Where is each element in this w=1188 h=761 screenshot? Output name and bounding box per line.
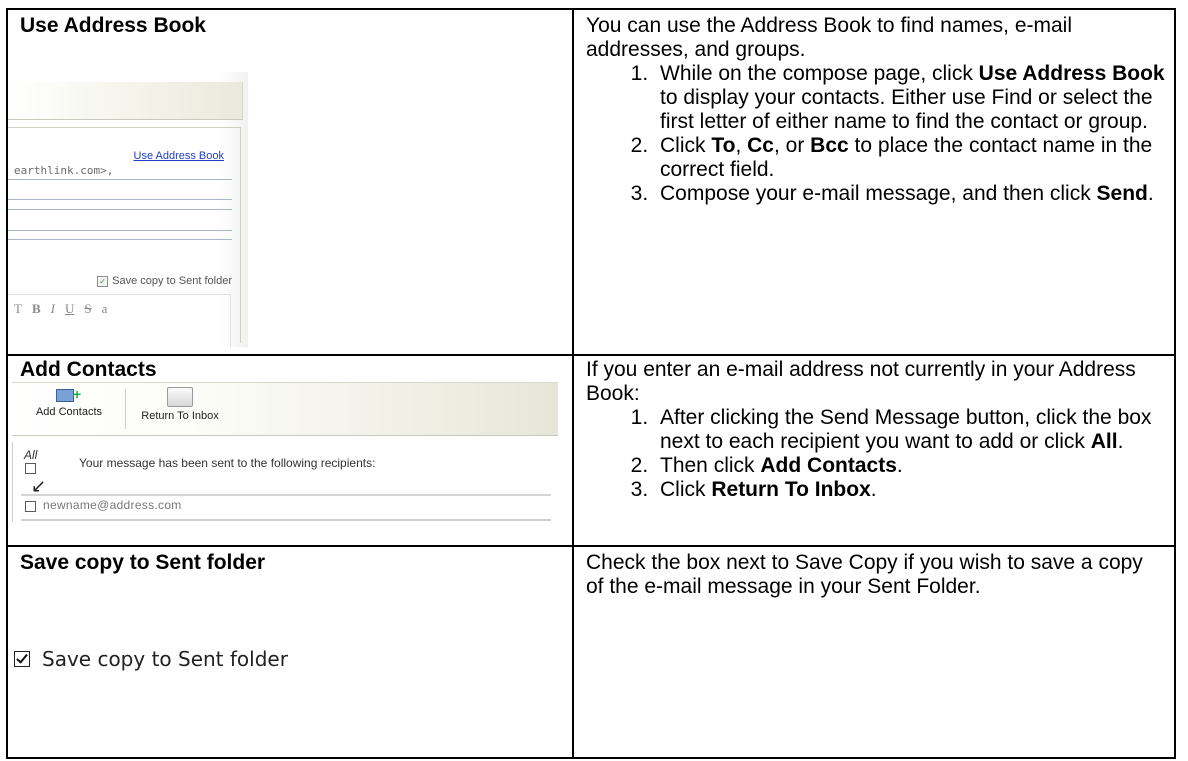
step-item: Compose your e-mail message, and then cl… [654, 182, 1166, 206]
use-address-book-intro: You can use the Address Book to find nam… [586, 14, 1073, 61]
step-item: Click To, Cc, or Bcc to place the contac… [654, 134, 1166, 182]
use-address-book-description: You can use the Address Book to find nam… [575, 11, 1173, 206]
compose-screenshot: Use Address Book earthlink.com>, ✓ Save … [9, 72, 248, 347]
add-contacts-label: Add Contacts [35, 406, 103, 418]
compose-panel: Use Address Book earthlink.com>, ✓ Save … [9, 127, 241, 347]
clear-format-icon[interactable]: T [14, 301, 22, 317]
heading-add-contacts: Add Contacts [20, 358, 157, 381]
use-address-book-link[interactable]: Use Address Book [134, 150, 225, 162]
add-contacts-intro: If you enter an e-mail address not curre… [586, 358, 1136, 405]
to-address-text: earthlink.com>, [14, 164, 114, 177]
cell-save-copy-text: Check the box next to Save Copy if you w… [572, 545, 1176, 759]
heading-use-address-book: Use Address Book [20, 14, 206, 37]
all-checkbox[interactable] [25, 463, 36, 474]
return-to-inbox-label: Return To Inbox [141, 410, 219, 422]
bcc-field-line-2 [9, 239, 232, 240]
divider [21, 494, 551, 496]
row-use-address-book: Use Address Book Use Address Book earthl… [6, 8, 1176, 356]
compose-header-bar [9, 82, 243, 120]
superscript-icon[interactable]: a [102, 301, 108, 317]
cell-use-address-book-visual: Use Address Book Use Address Book earthl… [6, 8, 574, 356]
bcc-field-line [9, 230, 232, 231]
cell-add-contacts-visual: Add Contacts + Add Contacts Return To In… [6, 354, 574, 547]
save-copy-screenshot: Save copy to Sent folder [14, 647, 288, 671]
use-address-book-steps: While on the compose page, click Use Add… [586, 62, 1166, 206]
step-item: While on the compose page, click Use Add… [654, 62, 1166, 134]
help-table: Use Address Book Use Address Book earthl… [6, 8, 1176, 759]
cc-field-line [9, 199, 232, 200]
sent-toolbar: + Add Contacts Return To Inbox [12, 382, 558, 436]
cell-save-copy-visual: Save copy to Sent folder Save copy to Se… [6, 545, 574, 759]
save-copy-description: Check the box next to Save Copy if you w… [586, 551, 1143, 598]
save-copy-checkbox[interactable]: ✓ [97, 275, 109, 287]
cell-add-contacts-text: If you enter an e-mail address not curre… [572, 354, 1176, 547]
strikethrough-icon[interactable]: S [84, 301, 91, 317]
cell-use-address-book-text: You can use the Address Book to find nam… [572, 8, 1176, 356]
step-item: After clicking the Send Message button, … [654, 406, 1166, 454]
row-add-contacts: Add Contacts + Add Contacts Return To In… [6, 354, 1176, 547]
underline-icon[interactable]: U [65, 301, 74, 317]
all-label: All [24, 448, 38, 462]
add-contacts-icon: + [56, 387, 82, 403]
divider [21, 519, 551, 521]
sent-confirmation-screenshot: + Add Contacts Return To Inbox All Your … [12, 382, 560, 528]
bold-icon[interactable]: B [32, 301, 41, 317]
inbox-tray-icon [167, 387, 193, 407]
save-copy-checkbox-large[interactable] [14, 651, 30, 667]
row-save-copy: Save copy to Sent folder Save copy to Se… [6, 545, 1176, 759]
to-field-line [9, 179, 232, 180]
recipient-address: newname@address.com [43, 498, 182, 512]
cc-field-line-2 [9, 209, 232, 210]
italic-icon[interactable]: I [51, 301, 55, 317]
save-copy-label: Save copy to Sent folder [112, 275, 232, 287]
save-copy-row: ✓ Save copy to Sent folder [97, 275, 232, 287]
return-to-inbox-button[interactable]: Return To Inbox [130, 387, 230, 431]
step-item: Click Return To Inbox. [654, 478, 1166, 502]
save-copy-large-label: Save copy to Sent folder [42, 647, 288, 671]
recipients-panel: All Your message has been sent to the fo… [12, 442, 559, 522]
add-contacts-button[interactable]: + Add Contacts [16, 387, 122, 431]
sent-message-text: Your message has been sent to the follow… [79, 456, 376, 470]
format-toolbar: T B I U S a [14, 301, 107, 317]
add-contacts-description: If you enter an e-mail address not curre… [575, 357, 1173, 502]
toolbar-separator [125, 389, 126, 429]
recipient-checkbox[interactable] [25, 501, 36, 512]
step-item: Then click Add Contacts. [654, 454, 1166, 478]
heading-save-copy: Save copy to Sent folder [20, 551, 266, 574]
add-contacts-steps: After clicking the Send Message button, … [586, 406, 1166, 502]
